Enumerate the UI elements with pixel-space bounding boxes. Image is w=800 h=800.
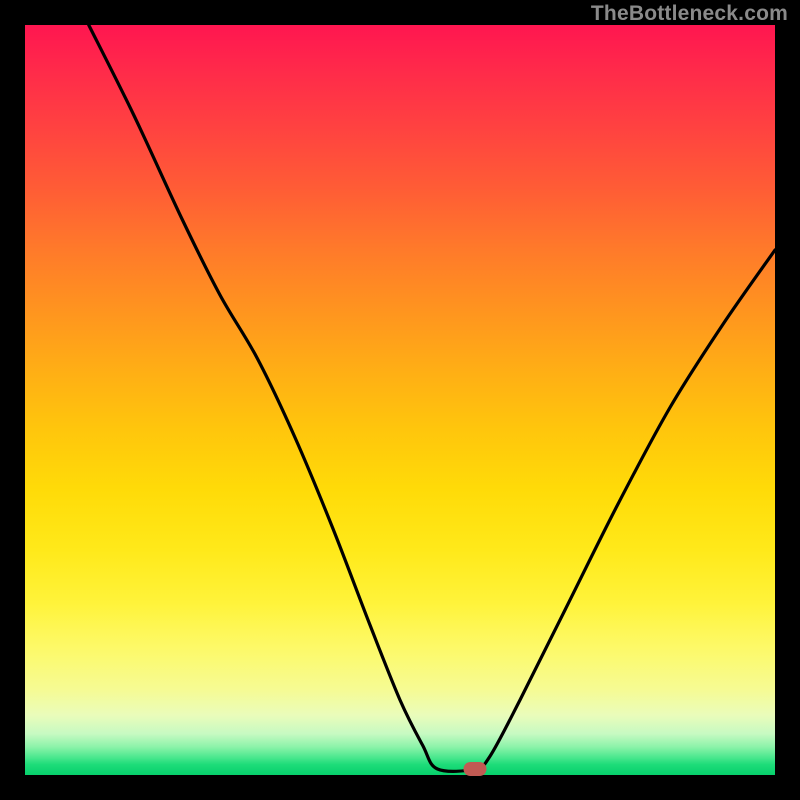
watermark-text: TheBottleneck.com	[591, 2, 788, 26]
bottleneck-curve	[25, 25, 775, 775]
optimal-marker	[464, 762, 487, 776]
plot-area	[25, 25, 775, 775]
chart-frame: TheBottleneck.com	[0, 0, 800, 800]
